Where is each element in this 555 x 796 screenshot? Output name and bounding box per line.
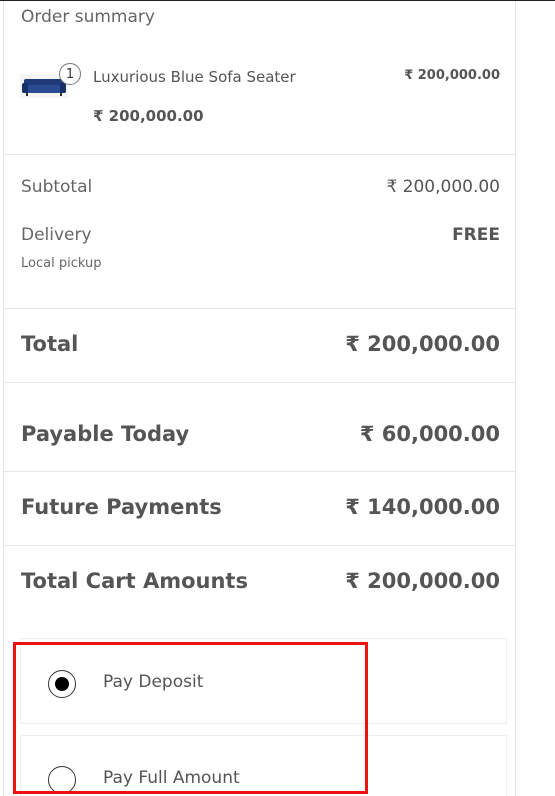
- radio-selected-dot: [55, 677, 69, 691]
- pay-deposit-option[interactable]: Pay Deposit: [20, 638, 507, 724]
- divider: [4, 545, 515, 546]
- divider: [4, 471, 515, 472]
- delivery-value: FREE: [452, 225, 500, 245]
- order-summary-title: Order summary: [21, 7, 155, 27]
- payable-today-value: ₹ 60,000.00: [359, 422, 500, 446]
- future-payments-value: ₹ 140,000.00: [345, 495, 500, 519]
- pay-deposit-label[interactable]: Pay Deposit: [103, 672, 203, 692]
- item-line-total: ₹ 200,000.00: [93, 107, 204, 125]
- divider: [4, 308, 515, 309]
- pay-full-amount-radio[interactable]: [48, 766, 76, 794]
- delivery-method: Local pickup: [21, 256, 102, 271]
- pay-full-amount-label[interactable]: Pay Full Amount: [103, 768, 240, 788]
- subtotal-label: Subtotal: [21, 177, 93, 197]
- delivery-label: Delivery: [21, 225, 92, 245]
- pay-full-amount-option[interactable]: Pay Full Amount: [20, 735, 507, 796]
- item-price: ₹ 200,000.00: [404, 68, 500, 83]
- item-name: Luxurious Blue Sofa Seater: [93, 68, 296, 86]
- future-payments-label: Future Payments: [21, 495, 222, 519]
- total-label: Total: [21, 332, 79, 356]
- total-cart-amounts-value: ₹ 200,000.00: [345, 569, 500, 593]
- payable-today-label: Payable Today: [21, 422, 190, 446]
- pay-deposit-radio[interactable]: [48, 670, 76, 698]
- total-cart-amounts-label: Total Cart Amounts: [21, 569, 248, 593]
- item-quantity-badge: 1: [59, 63, 81, 85]
- divider: [4, 154, 515, 155]
- divider: [4, 382, 515, 383]
- total-value: ₹ 200,000.00: [345, 332, 500, 356]
- subtotal-value: ₹ 200,000.00: [386, 177, 500, 197]
